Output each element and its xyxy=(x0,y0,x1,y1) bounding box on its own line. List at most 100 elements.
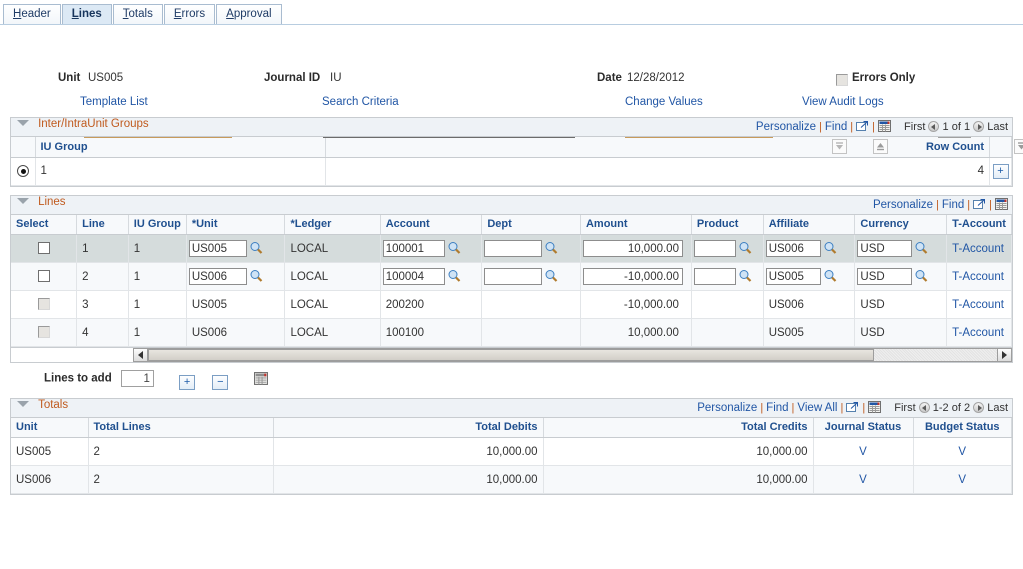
iu-groups-first-label[interactable]: First xyxy=(904,121,925,133)
line-currency-input[interactable] xyxy=(857,240,913,257)
iu-groups-find-link[interactable]: Find xyxy=(825,121,847,133)
line-account-cell[interactable] xyxy=(380,262,483,291)
totals-journal-status-cell[interactable]: V xyxy=(813,437,914,466)
errors-only-checkbox[interactable] xyxy=(836,74,848,86)
download-grid-icon[interactable] xyxy=(995,197,1008,210)
lines-personalize-link[interactable]: Personalize xyxy=(873,199,933,211)
line-unit-cell[interactable] xyxy=(186,262,286,291)
line-select-cell[interactable] xyxy=(11,234,78,263)
scroll-left-button[interactable] xyxy=(133,348,148,362)
scroll-right-button[interactable] xyxy=(997,348,1012,362)
totals-view-all-link[interactable]: View All xyxy=(797,402,837,414)
search-criteria-link[interactable]: Search Criteria xyxy=(322,96,399,108)
lines-find-link[interactable]: Find xyxy=(942,199,964,211)
template-list-link[interactable]: Template List xyxy=(80,96,148,108)
totals-find-link[interactable]: Find xyxy=(766,402,788,414)
lookup-icon[interactable] xyxy=(544,269,558,283)
t-account-link[interactable]: T-Account xyxy=(952,271,1004,283)
iu-group-radio[interactable] xyxy=(16,164,29,177)
line-select-checkbox[interactable] xyxy=(37,242,50,254)
iu-groups-personalize-link[interactable]: Personalize xyxy=(756,121,816,133)
tab-approval[interactable]: Approval xyxy=(216,4,282,24)
line-amount-input[interactable] xyxy=(582,240,683,257)
table-row[interactable]: 2 1 LOCAL T-Account xyxy=(11,262,1012,291)
line-account-input[interactable] xyxy=(382,240,445,257)
iu-groups-last-label[interactable]: Last xyxy=(987,121,1008,133)
lookup-icon[interactable] xyxy=(914,241,928,255)
popup-window-icon[interactable] xyxy=(846,401,859,413)
line-currency-cell[interactable] xyxy=(854,262,948,291)
table-row[interactable]: 3 1 US005 LOCAL 200200 -10,000.00 US006 … xyxy=(11,290,1012,319)
previous-line-button[interactable] xyxy=(873,139,889,154)
table-row[interactable]: 1 4 + xyxy=(11,157,1012,186)
add-line-button[interactable]: + xyxy=(179,374,196,390)
line-account-cell[interactable] xyxy=(380,234,483,263)
lookup-icon[interactable] xyxy=(447,241,461,255)
line-affiliate-input[interactable] xyxy=(765,268,821,285)
download-grid-icon[interactable] xyxy=(877,120,891,132)
line-currency-input[interactable] xyxy=(857,268,913,285)
popup-window-icon[interactable] xyxy=(973,198,986,210)
totals-personalize-link[interactable]: Personalize xyxy=(697,402,757,414)
collapse-caret-icon[interactable] xyxy=(17,120,29,126)
line-dept-cell[interactable] xyxy=(481,262,581,291)
scroll-track[interactable] xyxy=(148,348,997,362)
first-line-button[interactable] xyxy=(832,139,847,154)
line-amount-input[interactable] xyxy=(582,268,683,285)
totals-next-button[interactable] xyxy=(973,401,985,413)
view-audit-logs-link[interactable]: View Audit Logs xyxy=(802,96,884,108)
lookup-icon[interactable] xyxy=(544,241,558,255)
delete-line-button[interactable]: − xyxy=(212,374,229,390)
line-dept-input[interactable] xyxy=(484,268,543,285)
line-amount-cell[interactable] xyxy=(580,262,692,291)
line-t-account-cell[interactable]: T-Account xyxy=(946,262,1012,291)
lookup-icon[interactable] xyxy=(823,269,837,283)
line-select-cell[interactable] xyxy=(11,262,78,291)
line-unit-input[interactable] xyxy=(188,268,247,285)
tab-lines[interactable]: Lines xyxy=(61,4,112,24)
totals-journal-status-cell[interactable]: V xyxy=(813,465,914,494)
change-values-link[interactable]: Change Values xyxy=(625,96,703,108)
tab-totals[interactable]: Totals xyxy=(112,4,163,24)
table-row[interactable]: 4 1 US006 LOCAL 100100 10,000.00 US005 U… xyxy=(11,318,1012,347)
lookup-icon[interactable] xyxy=(738,269,752,283)
lookup-icon[interactable] xyxy=(249,241,263,255)
line-product-cell[interactable] xyxy=(691,234,764,263)
next-line-button[interactable] xyxy=(1014,139,1023,154)
totals-first-label[interactable]: First xyxy=(894,402,915,414)
line-dept-cell[interactable] xyxy=(481,234,581,263)
iu-group-radio-cell[interactable] xyxy=(11,157,36,186)
lines-horizontal-scrollbar[interactable] xyxy=(11,347,1012,362)
download-grid-icon[interactable] xyxy=(253,371,268,388)
totals-budget-status-cell[interactable]: V xyxy=(913,465,1012,494)
line-product-input[interactable] xyxy=(693,268,736,285)
line-product-input[interactable] xyxy=(693,240,736,257)
collapse-caret-icon[interactable] xyxy=(17,197,29,204)
line-dept-input[interactable] xyxy=(484,240,543,257)
line-t-account-cell[interactable]: T-Account xyxy=(946,290,1012,319)
line-t-account-cell[interactable]: T-Account xyxy=(946,234,1012,263)
table-row[interactable]: 1 1 LOCAL T-Account xyxy=(11,234,1012,263)
line-product-cell[interactable] xyxy=(691,262,764,291)
lookup-icon[interactable] xyxy=(447,269,461,283)
t-account-link[interactable]: T-Account xyxy=(952,243,1004,255)
collapse-caret-icon[interactable] xyxy=(17,400,29,407)
scroll-thumb[interactable] xyxy=(148,349,874,361)
line-affiliate-cell[interactable] xyxy=(763,262,856,291)
budget-status-link[interactable]: V xyxy=(958,474,966,486)
iu-groups-prev-button[interactable] xyxy=(928,121,940,132)
line-account-input[interactable] xyxy=(382,268,445,285)
lookup-icon[interactable] xyxy=(249,269,263,283)
t-account-link[interactable]: T-Account xyxy=(952,327,1004,339)
lookup-icon[interactable] xyxy=(914,269,928,283)
line-amount-cell[interactable] xyxy=(580,234,692,263)
lookup-icon[interactable] xyxy=(738,241,752,255)
line-t-account-cell[interactable]: T-Account xyxy=(946,318,1012,347)
line-affiliate-input[interactable] xyxy=(765,240,821,257)
add-row-icon[interactable]: + xyxy=(992,163,1009,179)
lines-to-add-input[interactable] xyxy=(120,370,154,387)
budget-status-link[interactable]: V xyxy=(958,446,966,458)
popup-window-icon[interactable] xyxy=(856,120,869,132)
line-unit-input[interactable] xyxy=(188,240,247,257)
iu-groups-next-button[interactable] xyxy=(973,121,985,132)
